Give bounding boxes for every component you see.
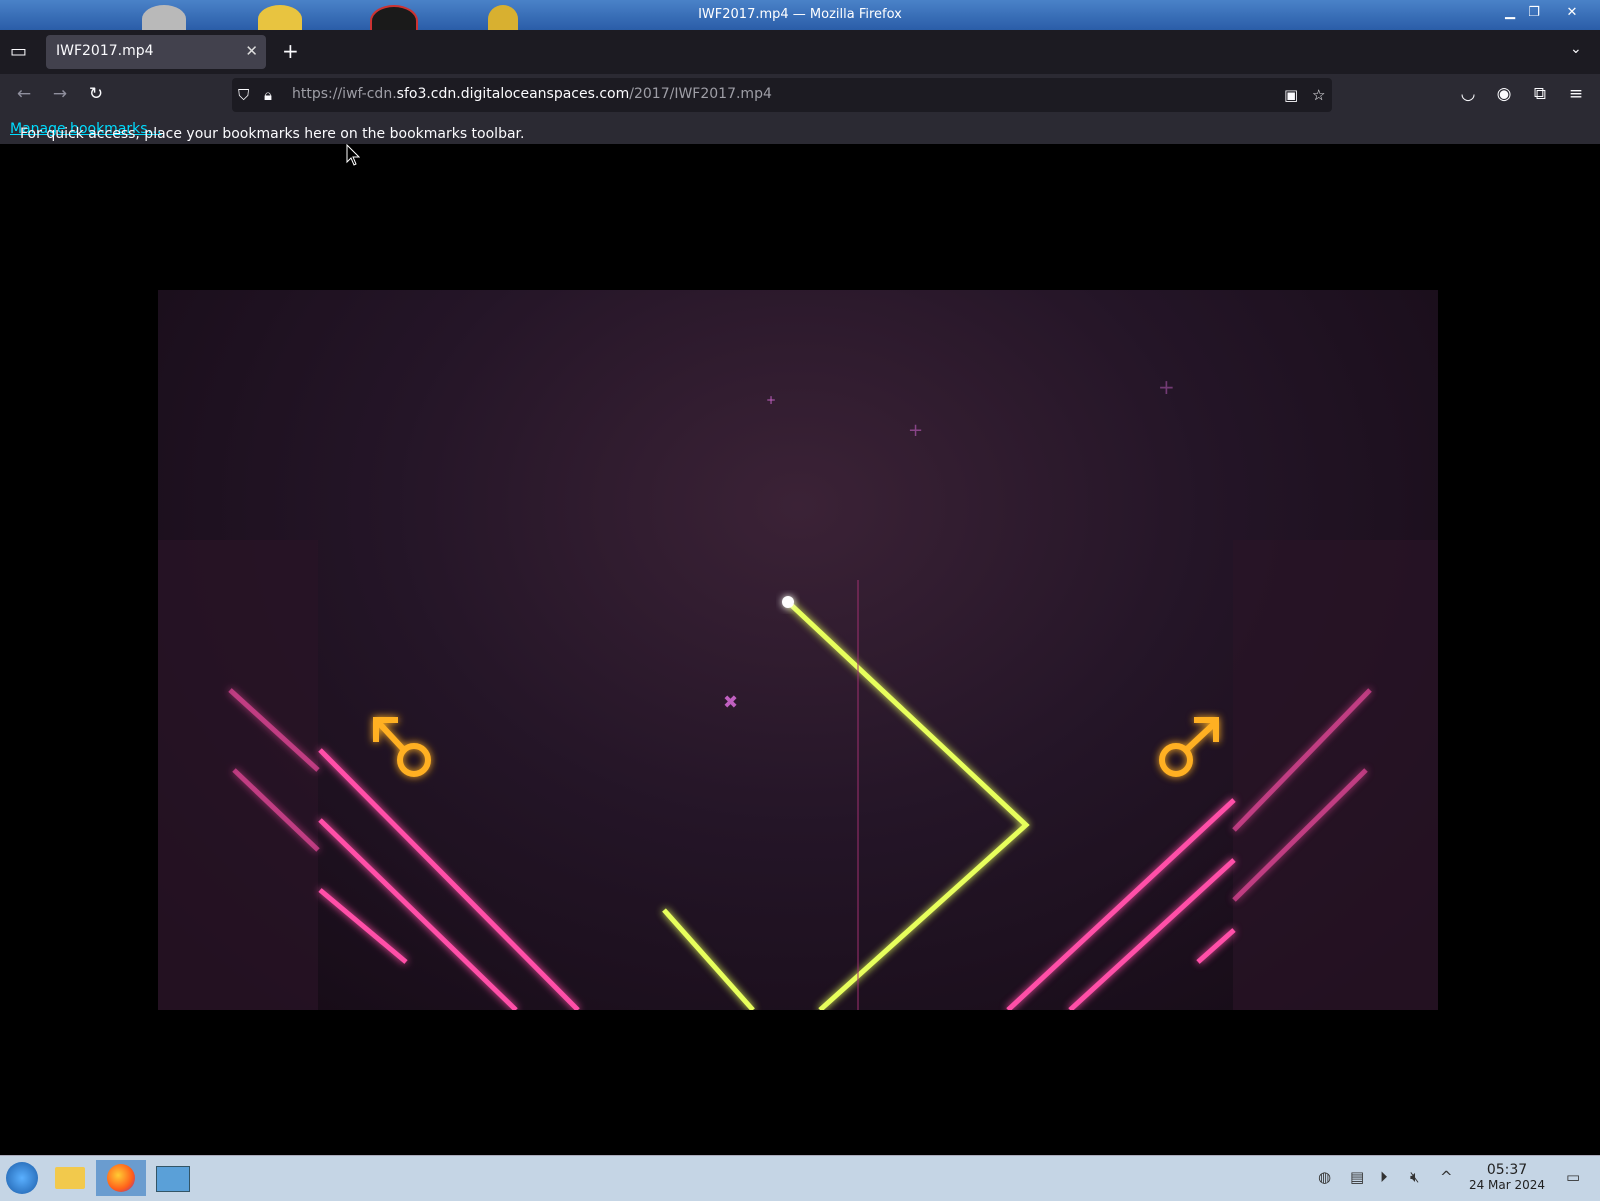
yellow-neon-diamond	[662, 600, 1030, 1010]
picture-in-picture-icon[interactable]: ▣	[1284, 86, 1298, 104]
svg-text:✖: ✖	[723, 692, 738, 713]
firefox-taskbar-icon[interactable]	[96, 1160, 146, 1196]
maximize-button[interactable]: ❐	[1522, 4, 1546, 22]
right-male-symbol	[1159, 717, 1219, 777]
file-manager-icon[interactable]	[50, 1160, 90, 1196]
account-icon[interactable]: ◉	[1492, 84, 1516, 104]
navigation-toolbar: ← → ↻ ⛉ 🔒︎ https://iwf-cdn.sfo3.cdn.digi…	[0, 74, 1600, 116]
minimize-button[interactable]: ▁	[1498, 4, 1522, 22]
spark-top	[782, 596, 794, 608]
video-frame[interactable]: ✖ + + +	[158, 290, 1438, 1010]
clock-time: 05:37	[1486, 1162, 1528, 1178]
clipboard-icon[interactable]: ▤	[1350, 1168, 1364, 1186]
back-button[interactable]: ←	[12, 84, 36, 104]
show-desktop-icon[interactable]: ▭	[1566, 1168, 1580, 1186]
clock[interactable]: 05:37 24 Mar 2024	[1462, 1162, 1552, 1192]
svg-text:+: +	[1158, 375, 1175, 399]
menu-icon[interactable]: ≡	[1564, 84, 1588, 104]
svg-text:+: +	[766, 393, 776, 407]
network-icon[interactable]: ◍	[1318, 1168, 1331, 1186]
sparkles: ✖ + + +	[723, 375, 1175, 713]
tab-label: IWF2017.mp4	[56, 43, 154, 59]
mouse-cursor-icon	[346, 144, 360, 166]
taskbar: ◍ ▤ ⏵ 🔇︎ ^ 05:37 24 Mar 2024 ▭	[0, 1155, 1600, 1201]
url-path: /2017/IWF2017.mp4	[629, 86, 772, 102]
tracking-protection-shield-icon[interactable]: ⛉	[238, 86, 249, 104]
tray-expand-icon[interactable]: ^	[1440, 1168, 1453, 1186]
close-window-button[interactable]: ✕	[1560, 4, 1584, 22]
bookmark-star-icon[interactable]: ☆	[1312, 86, 1325, 104]
start-menu-icon[interactable]	[2, 1160, 42, 1196]
clock-date: 24 Mar 2024	[1468, 1178, 1546, 1192]
lock-icon[interactable]: 🔒︎	[264, 86, 272, 104]
volume-muted-icon[interactable]: 🔇︎	[1410, 1168, 1419, 1186]
bookmarks-message-wrap: For quick access, place your bookmarks h…	[10, 121, 524, 142]
url-prefix: https://iwf-cdn.	[292, 86, 397, 102]
pocket-icon[interactable]: ◡	[1456, 84, 1480, 104]
tab-iwf2017[interactable]: IWF2017.mp4 ✕	[46, 35, 266, 69]
url-text[interactable]: https://iwf-cdn.sfo3.cdn.digitaloceanspa…	[292, 86, 772, 102]
left-male-symbol	[373, 717, 431, 777]
new-tab-button[interactable]: +	[282, 39, 299, 63]
bookmarks-message: For quick access, place your bookmarks h…	[20, 126, 525, 142]
firefox-view-icon[interactable]: ▭	[10, 41, 27, 62]
svg-text:+: +	[908, 420, 923, 441]
url-bar[interactable]: ⛉ 🔒︎ https://iwf-cdn.sfo3.cdn.digitaloce…	[232, 78, 1332, 112]
bookmarks-toolbar: For quick access, place your bookmarks h…	[0, 116, 1600, 144]
tab-close-icon[interactable]: ✕	[245, 42, 258, 60]
url-domain: sfo3.cdn.digitaloceanspaces.com	[396, 86, 630, 102]
video-scene: ✖ + + +	[158, 375, 1438, 1010]
list-all-tabs-icon[interactable]: ⌄	[1570, 41, 1582, 57]
window-title: IWF2017.mp4 — Mozilla Firefox	[698, 7, 902, 22]
media-play-icon[interactable]: ⏵	[1380, 1168, 1388, 1186]
extensions-icon[interactable]: ⧉	[1528, 84, 1552, 104]
window-titlebar: IWF2017.mp4 — Mozilla Firefox ▁ ❐ ✕	[0, 0, 1600, 37]
tab-strip: ▭ IWF2017.mp4 ✕ + ⌄	[0, 30, 1600, 74]
forward-button[interactable]: →	[48, 84, 72, 104]
right-panel	[1233, 540, 1438, 1010]
settings-app-icon[interactable]	[152, 1160, 192, 1196]
reload-button[interactable]: ↻	[84, 84, 108, 104]
